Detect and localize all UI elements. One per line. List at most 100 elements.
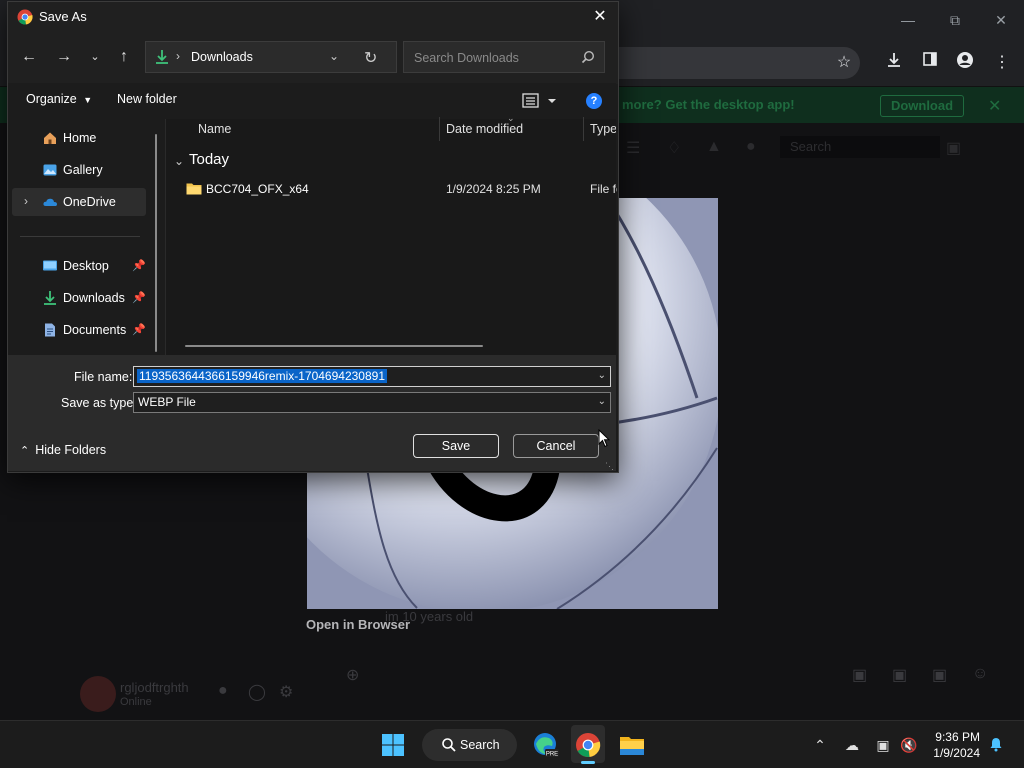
emoji-icon[interactable]: ☺: [972, 665, 988, 683]
file-type: File fo: [590, 182, 617, 196]
faded-user-status: Online: [120, 696, 152, 708]
pin-icon: 📌: [132, 292, 146, 304]
sticker-icon[interactable]: ▣: [932, 665, 947, 685]
gif-icon[interactable]: ▣: [892, 665, 907, 685]
expand-chevron-icon[interactable]: ›: [24, 194, 28, 208]
up-arrow-icon[interactable]: ↑: [112, 45, 136, 69]
clock-date[interactable]: 1/9/2024: [933, 746, 980, 760]
recent-locations-chevron-icon[interactable]: ⌄: [83, 45, 107, 69]
nav-item-onedrive[interactable]: › OneDrive: [12, 188, 146, 216]
headphones-icon[interactable]: ◯: [248, 682, 266, 702]
chevron-up-icon: ⌃: [20, 445, 30, 457]
hide-folders-button[interactable]: ⌃ Hide Folders: [20, 443, 106, 457]
user-avatar[interactable]: [80, 676, 116, 712]
save-as-type-value: WEBP File: [138, 395, 196, 409]
new-folder-button[interactable]: New folder: [117, 92, 177, 106]
nav-item-label: Documents: [63, 323, 127, 337]
restore-icon[interactable]: ⧉: [940, 8, 970, 32]
clock-time[interactable]: 9:36 PM: [935, 730, 980, 744]
add-attachment-icon[interactable]: ⊕: [346, 665, 359, 685]
settings-gear-icon[interactable]: ⚙: [279, 682, 293, 702]
members-icon[interactable]: ●: [746, 138, 766, 158]
bell-icon[interactable]: ♢: [667, 138, 687, 158]
banner-close-icon[interactable]: ✕: [988, 96, 1001, 116]
refresh-icon[interactable]: ↻: [364, 48, 377, 68]
banner-download-button[interactable]: Download: [880, 95, 964, 117]
save-as-type-dropdown-icon[interactable]: ⌄: [598, 396, 606, 407]
search-downloads-box[interactable]: [403, 41, 605, 73]
search-icon: [442, 738, 456, 752]
back-arrow-icon[interactable]: ←: [17, 45, 41, 69]
column-header-type[interactable]: Type: [590, 122, 616, 136]
documents-icon: [45, 323, 55, 337]
file-list-pane: [166, 119, 616, 355]
nav-item-gallery[interactable]: Gallery: [12, 156, 146, 184]
organize-label: Organize: [26, 92, 77, 106]
column-header-date-modified[interactable]: Date modified: [446, 122, 523, 136]
nav-item-home[interactable]: Home: [12, 124, 146, 152]
help-icon[interactable]: ?: [586, 93, 602, 109]
inbox-icon[interactable]: ▣: [946, 138, 966, 158]
faded-chat-message: im 10 years old: [385, 609, 474, 624]
close-window-icon[interactable]: ✕: [986, 8, 1016, 32]
tray-overflow-chevron-icon[interactable]: ⌃: [811, 736, 829, 754]
group-header-today[interactable]: Today: [189, 151, 229, 168]
nav-item-desktop[interactable]: Desktop 📌: [12, 252, 146, 280]
file-name-label: File name:: [74, 370, 133, 384]
banner-text: more? Get the desktop app!: [622, 97, 795, 112]
pin-icon: 📌: [132, 324, 146, 336]
mic-icon[interactable]: ●: [218, 682, 228, 700]
nav-pane-scrollbar[interactable]: [155, 134, 157, 352]
forward-arrow-icon[interactable]: →: [52, 45, 76, 69]
save-button[interactable]: Save: [413, 434, 499, 458]
side-panel-icon[interactable]: [918, 51, 942, 75]
search-icon[interactable]: [580, 49, 596, 65]
file-name-input[interactable]: 1193563644366159946remix-1704694230891 ⌄: [133, 366, 611, 387]
minimize-icon[interactable]: —: [893, 8, 923, 32]
file-list-row[interactable]: BCC704_OFX_x64 1/9/2024 8:25 PM File fo: [181, 178, 617, 202]
file-name-value: 1193563644366159946remix-1704694230891: [137, 369, 387, 383]
chrome-icon[interactable]: [573, 730, 603, 760]
column-divider[interactable]: [583, 117, 584, 141]
notification-bell-icon[interactable]: [987, 736, 1005, 754]
nav-item-downloads[interactable]: Downloads 📌: [12, 284, 146, 312]
save-as-type-select[interactable]: WEBP File ⌄: [133, 392, 611, 413]
group-collapse-chevron-icon[interactable]: ⌄: [174, 154, 184, 168]
windows-start-icon[interactable]: [381, 733, 405, 757]
search-downloads-input[interactable]: [412, 48, 576, 68]
organize-button[interactable]: Organize ▼: [26, 92, 92, 106]
column-divider[interactable]: [439, 117, 440, 141]
faded-username: rgljodftrghth: [120, 680, 189, 695]
mouse-cursor-icon: [598, 429, 610, 448]
bookmark-star-icon[interactable]: ☆: [832, 51, 856, 75]
file-name-dropdown-icon[interactable]: ⌄: [598, 370, 606, 381]
desktop-icon: [43, 260, 57, 271]
dialog-close-icon[interactable]: ✕: [588, 5, 612, 29]
breadcrumb-separator: ›: [176, 49, 180, 63]
onedrive-offline-icon[interactable]: ☁: [843, 736, 861, 754]
pin-icon[interactable]: ▲: [706, 138, 726, 158]
address-dropdown-chevron-icon[interactable]: ⌄: [329, 49, 339, 63]
nav-item-label: Gallery: [63, 163, 103, 177]
change-view-button[interactable]: [522, 92, 562, 110]
profile-icon[interactable]: [953, 51, 977, 75]
cloud-icon: [43, 198, 57, 206]
file-explorer-icon[interactable]: [617, 730, 647, 760]
network-icon[interactable]: ▣: [874, 736, 892, 754]
breadcrumb-downloads[interactable]: Downloads: [191, 50, 253, 64]
edge-preview-icon[interactable]: PRE: [530, 730, 560, 760]
gift-icon[interactable]: ▣: [852, 665, 867, 685]
downloads-icon[interactable]: [882, 51, 906, 75]
column-header-name[interactable]: Name: [198, 122, 231, 136]
menu-kebab-icon[interactable]: ⋮: [990, 51, 1014, 75]
address-bar[interactable]: [610, 47, 860, 79]
download-location-icon: [156, 50, 168, 64]
discord-search-input[interactable]: Search: [780, 136, 940, 158]
cancel-button[interactable]: Cancel: [513, 434, 599, 458]
volume-muted-icon[interactable]: 🔇: [900, 736, 918, 754]
resize-grip-icon[interactable]: ⋱: [605, 461, 614, 472]
dialog-address-bar[interactable]: › Downloads ⌄ ↻: [145, 41, 397, 73]
horizontal-scrollbar[interactable]: [185, 345, 483, 347]
threads-icon[interactable]: ☰: [626, 138, 646, 158]
nav-item-documents[interactable]: Documents 📌: [12, 316, 146, 344]
